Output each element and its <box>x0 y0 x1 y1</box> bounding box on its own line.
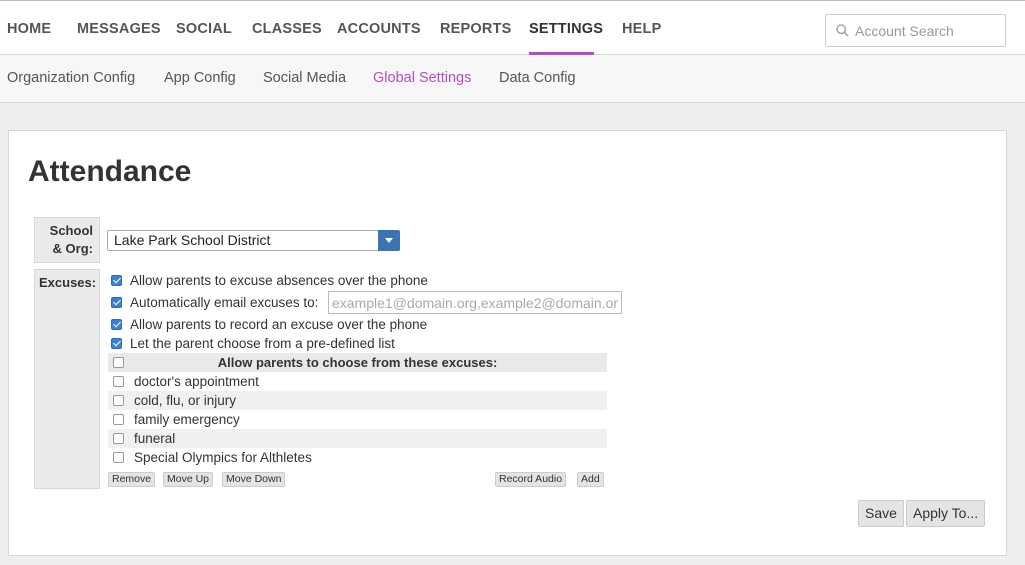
excuse-list: Allow parents to choose from these excus… <box>108 353 607 470</box>
list-item-checkbox[interactable] <box>113 414 124 425</box>
remove-button[interactable]: Remove <box>108 472 156 487</box>
list-item-label: family emergency <box>134 412 240 427</box>
move-down-button[interactable]: Move Down <box>222 472 286 487</box>
page-title: Attendance <box>28 155 192 188</box>
record-excuse-option[interactable]: Allow parents to record an excuse over t… <box>111 317 427 332</box>
subnav-global-settings[interactable]: Global Settings <box>373 70 471 86</box>
email-excuses-field[interactable] <box>328 291 622 314</box>
list-item-label: cold, flu, or injury <box>134 393 237 408</box>
excuse-list-header: Allow parents to choose from these excus… <box>108 353 607 372</box>
list-item-checkbox[interactable] <box>113 395 124 406</box>
subnav-data-config[interactable]: Data Config <box>499 70 576 86</box>
list-item[interactable]: cold, flu, or injury <box>108 391 607 410</box>
search-icon <box>836 24 849 37</box>
move-up-button[interactable]: Move Up <box>163 472 214 487</box>
sub-nav: Organization Config App Config Social Me… <box>0 55 1025 103</box>
list-item-label: Special Olympics for Althletes <box>134 450 312 465</box>
auto-email-checkbox[interactable] <box>111 297 122 308</box>
add-button[interactable]: Add <box>577 472 604 487</box>
list-item[interactable]: family emergency <box>108 410 607 429</box>
school-org-select[interactable]: Lake Park School District <box>107 230 400 251</box>
select-all-checkbox[interactable] <box>113 357 124 368</box>
list-item[interactable]: doctor's appointment <box>108 372 607 391</box>
nav-accounts[interactable]: ACCOUNTS <box>337 21 421 37</box>
list-item[interactable]: funeral <box>108 429 607 448</box>
allow-phone-excuse-option[interactable]: Allow parents to excuse absences over th… <box>111 273 428 288</box>
record-excuse-checkbox[interactable] <box>111 319 122 330</box>
record-excuse-label: Allow parents to record an excuse over t… <box>130 317 428 332</box>
list-item-checkbox[interactable] <box>113 433 124 444</box>
subnav-social-media[interactable]: Social Media <box>263 70 346 86</box>
top-nav: HOME MESSAGES SOCIAL CLASSES ACCOUNTS RE… <box>0 0 1025 55</box>
apply-to-button[interactable]: Apply To... <box>906 500 986 527</box>
allow-phone-excuse-label: Allow parents to excuse absences over th… <box>130 273 428 288</box>
account-search-input[interactable] <box>855 21 1000 41</box>
auto-email-option[interactable]: Automatically email excuses to: <box>111 295 318 310</box>
nav-reports[interactable]: REPORTS <box>440 21 512 37</box>
save-button[interactable]: Save <box>858 500 904 527</box>
attendance-panel: Attendance School & Org: Lake Park Schoo… <box>8 130 1007 556</box>
nav-home[interactable]: HOME <box>7 21 51 37</box>
predefined-list-label: Let the parent choose from a pre-defined… <box>130 336 395 351</box>
predefined-list-checkbox[interactable] <box>111 338 122 349</box>
nav-settings[interactable]: SETTINGS <box>529 21 603 37</box>
list-item-checkbox[interactable] <box>113 452 124 463</box>
excuse-list-header-label: Allow parents to choose from these excus… <box>217 355 498 370</box>
record-audio-button[interactable]: Record Audio <box>495 472 567 487</box>
excuses-label-text: Excuses: <box>39 275 97 290</box>
school-org-label: School & Org: <box>34 217 100 263</box>
subnav-app-config[interactable]: App Config <box>164 70 236 86</box>
list-item-label: doctor's appointment <box>134 374 259 389</box>
auto-email-label: Automatically email excuses to: <box>130 295 319 310</box>
school-org-label-line1: School <box>49 223 93 238</box>
predefined-list-option[interactable]: Let the parent choose from a pre-defined… <box>111 336 395 351</box>
excuses-label: Excuses: <box>34 269 100 489</box>
allow-phone-excuse-checkbox[interactable] <box>111 275 122 286</box>
list-item[interactable]: Special Olympics for Althletes <box>108 448 607 467</box>
nav-social[interactable]: SOCIAL <box>176 21 232 37</box>
list-item-checkbox[interactable] <box>113 376 124 387</box>
subnav-organization-config[interactable]: Organization Config <box>7 70 135 86</box>
school-org-selected-value: Lake Park School District <box>114 232 271 248</box>
nav-help[interactable]: HELP <box>622 21 661 37</box>
chevron-down-icon[interactable] <box>378 230 400 251</box>
school-org-label-line2: & Org: <box>52 241 93 256</box>
nav-messages[interactable]: MESSAGES <box>77 21 161 37</box>
nav-classes[interactable]: CLASSES <box>252 21 322 37</box>
account-search[interactable] <box>825 14 1006 47</box>
list-item-label: funeral <box>134 431 176 446</box>
